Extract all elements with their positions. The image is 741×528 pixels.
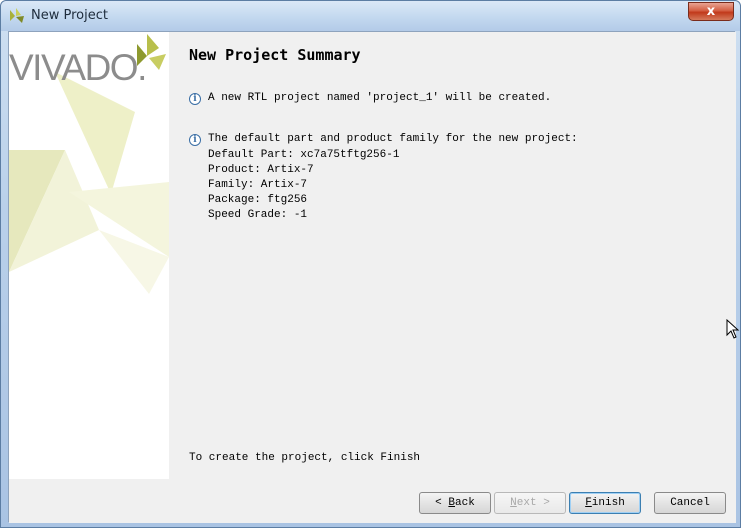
next-label: ext (516, 497, 537, 509)
detail-package: Package: ftg256 (208, 194, 308, 206)
svg-text:VIVADO.: VIVADO. (9, 47, 146, 88)
back-button[interactable]: < Back (419, 492, 491, 514)
close-button[interactable]: x (688, 2, 734, 21)
finish-button[interactable]: Finish (569, 492, 641, 514)
detail-default-part: Default Part: xc7a75tftg256-1 (208, 149, 400, 161)
back-mnemonic: B (448, 497, 455, 509)
info-icon: i (189, 93, 201, 105)
finish-mnemonic: F (585, 497, 592, 509)
cancel-button[interactable]: Cancel (654, 492, 726, 514)
detail-speed-grade: Speed Grade: -1 (208, 209, 308, 221)
next-button[interactable]: Next > (494, 492, 566, 514)
back-arrow-icon: < (435, 497, 442, 509)
detail-product: Product: Artix-7 (208, 164, 314, 176)
info-text-part: The default part and product family for … (208, 133, 578, 145)
info-icon: i (189, 134, 201, 146)
info-message-project: i A new RTL project named 'project_1' wi… (189, 92, 551, 105)
wizard-sidebar: VIVADO. (9, 32, 169, 479)
detail-family: Family: Artix-7 (208, 179, 308, 191)
vivado-app-icon (10, 8, 24, 23)
mouse-cursor-icon (726, 319, 740, 339)
button-bar: < Back Next > Finish Cancel (9, 479, 736, 523)
back-label: ack (455, 497, 475, 509)
finish-label: inish (591, 497, 625, 509)
dialog-window: New Project x VIVADO. New Project Summar… (0, 0, 741, 528)
finish-instruction: To create the project, click Finish (189, 452, 421, 464)
summary-panel: New Project Summary i A new RTL project … (169, 32, 740, 479)
vivado-logo: VIVADO. (9, 34, 166, 88)
next-mnemonic: N (510, 497, 517, 509)
info-text-project: A new RTL project named 'project_1' will… (208, 92, 552, 104)
next-arrow-icon: > (543, 497, 550, 509)
vivado-watermark-graphic (9, 72, 169, 294)
info-message-part: i The default part and product family fo… (189, 133, 578, 146)
title-bar[interactable]: New Project x (1, 1, 740, 31)
dialog-client: VIVADO. New Project Summary i A new RTL … (8, 31, 740, 523)
part-details: Default Part: xc7a75tftg256-1 Product: A… (208, 148, 399, 223)
window-title: New Project (31, 8, 108, 23)
page-title: New Project Summary (189, 46, 361, 64)
